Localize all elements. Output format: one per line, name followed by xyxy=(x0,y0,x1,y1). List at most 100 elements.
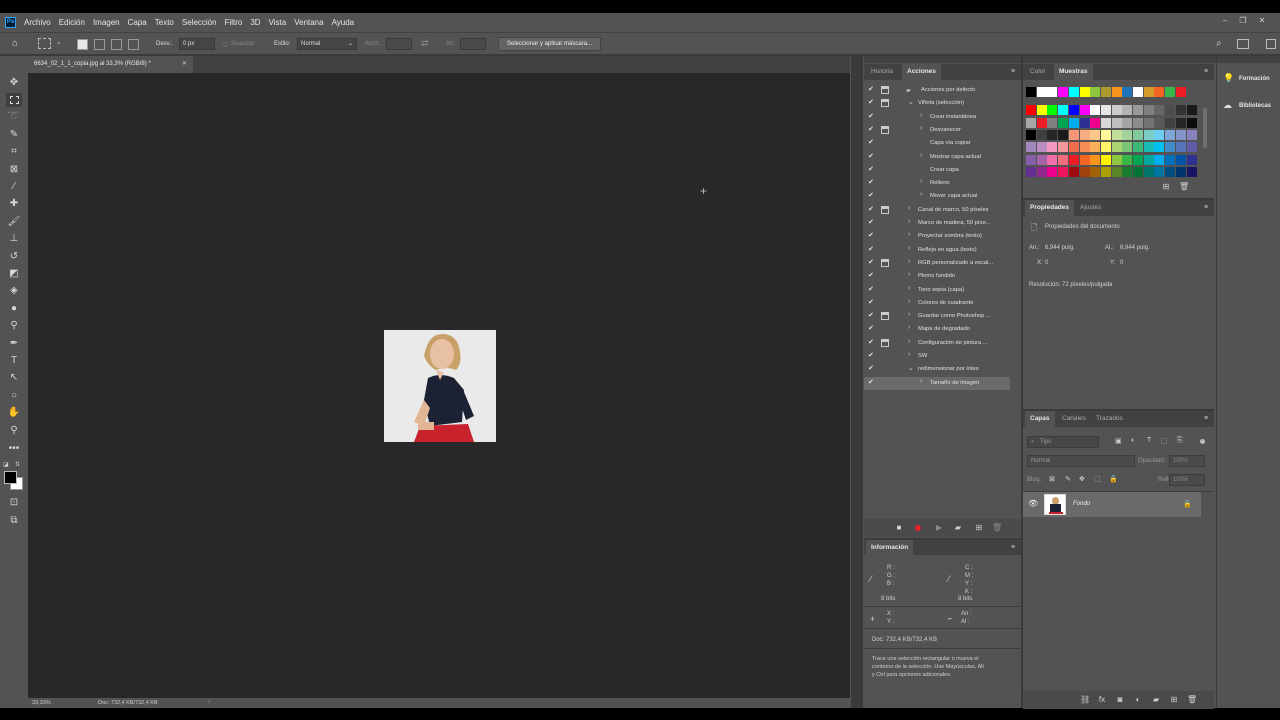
action-toggle-check-icon[interactable]: ✔ xyxy=(868,271,874,279)
color-swatch[interactable] xyxy=(1122,154,1133,165)
action-toggle-check-icon[interactable]: ✔ xyxy=(868,178,874,186)
action-toggle-check-icon[interactable]: ✔ xyxy=(868,338,874,346)
filter-pixel-icon[interactable]: ▣ xyxy=(1115,437,1122,445)
action-row[interactable]: ✔ Crear capa xyxy=(864,164,1010,177)
app-logo[interactable]: Ps xyxy=(5,16,16,28)
document-tab[interactable]: 6634_02_1_1_copia.jpg al 33,3% (RGB/8) *… xyxy=(28,56,193,73)
color-swatch[interactable] xyxy=(1058,142,1069,153)
color-swatch[interactable] xyxy=(1122,142,1133,153)
chevron-right-icon[interactable]: › xyxy=(908,271,910,278)
restore-icon[interactable]: ❐ xyxy=(1238,16,1248,26)
color-swatch[interactable] xyxy=(1036,154,1047,165)
dialog-toggle-icon[interactable] xyxy=(881,246,889,254)
panel-menu-icon[interactable]: ≡ xyxy=(1009,544,1017,552)
action-toggle-check-icon[interactable]: ✔ xyxy=(868,285,874,293)
action-row[interactable]: ✔ › Proyectar sombra (texto) xyxy=(864,230,1010,243)
dialog-toggle-icon[interactable] xyxy=(881,352,889,360)
intersect-selection-icon[interactable] xyxy=(128,39,139,50)
color-swatch[interactable] xyxy=(1143,166,1154,177)
color-swatch[interactable] xyxy=(1111,166,1122,177)
chevron-right-icon[interactable]: › xyxy=(908,205,910,212)
panel-menu-icon[interactable]: ≡ xyxy=(1009,68,1017,76)
stop-icon[interactable]: ■ xyxy=(894,523,904,533)
color-swatch[interactable] xyxy=(1079,129,1090,140)
color-swatch[interactable] xyxy=(1133,154,1143,165)
color-swatch[interactable] xyxy=(1079,87,1090,97)
filter-adjust-icon[interactable]: ◐ xyxy=(1131,437,1135,444)
paint-bucket-tool-icon[interactable]: ◈ xyxy=(6,284,22,298)
feather-input[interactable]: 0 px xyxy=(179,38,215,50)
color-swatch[interactable] xyxy=(1154,154,1165,165)
dialog-toggle-icon[interactable] xyxy=(881,205,889,214)
filter-toggle-icon[interactable] xyxy=(1200,439,1205,444)
chevron-right-icon[interactable]: › xyxy=(920,152,922,159)
dock-collapse-bar[interactable] xyxy=(864,56,1216,63)
color-swatch[interactable] xyxy=(1047,166,1058,177)
dialog-toggle-icon[interactable] xyxy=(881,299,889,307)
eyedropper-tool-icon[interactable]: ⁄ xyxy=(6,180,22,194)
lasso-tool-icon[interactable]: ➰ xyxy=(6,110,22,124)
dialog-toggle-icon[interactable] xyxy=(881,219,889,227)
action-row[interactable]: ✔ › Tono sepia (capa) xyxy=(864,284,1010,297)
action-toggle-check-icon[interactable]: ✔ xyxy=(868,311,874,319)
tab-ajustes[interactable]: Ajustes xyxy=(1075,200,1106,216)
color-swatch[interactable] xyxy=(1165,129,1176,140)
dialog-toggle-icon[interactable] xyxy=(881,192,889,200)
tab-historia[interactable]: Historia xyxy=(866,64,898,80)
color-swatch[interactable] xyxy=(1154,129,1165,140)
default-colors-icon[interactable]: ◪ xyxy=(3,461,9,468)
action-toggle-check-icon[interactable]: ✔ xyxy=(868,364,874,372)
filter-type-icon[interactable]: T xyxy=(1147,437,1151,444)
color-swatch[interactable] xyxy=(1090,166,1101,177)
tab-acciones[interactable]: Acciones xyxy=(902,64,941,80)
color-swatch[interactable] xyxy=(1154,87,1165,97)
color-swatch[interactable] xyxy=(1079,166,1090,177)
eye-icon[interactable]: 👁 xyxy=(1028,499,1038,508)
action-toggle-check-icon[interactable]: ✔ xyxy=(868,218,874,226)
action-row[interactable]: ✔ ⌄ redimensionar por lotes xyxy=(864,363,1010,376)
action-row[interactable]: ✔ Capa vía copiar xyxy=(864,137,1010,150)
blur-tool-icon[interactable]: ● xyxy=(6,302,22,316)
color-swatch[interactable] xyxy=(1143,154,1154,165)
new-group-icon[interactable]: ▰ xyxy=(1151,695,1161,705)
action-toggle-check-icon[interactable]: ✔ xyxy=(868,191,874,199)
color-swatch[interactable] xyxy=(1143,142,1154,153)
color-swatch[interactable] xyxy=(1133,117,1143,128)
lock-paint-icon[interactable]: ✎ xyxy=(1065,475,1071,483)
menu-texto[interactable]: Texto xyxy=(155,18,174,27)
action-toggle-check-icon[interactable]: ✔ xyxy=(868,324,874,332)
color-swatch[interactable] xyxy=(1090,117,1101,128)
color-swatch[interactable] xyxy=(1036,129,1047,140)
color-swatch[interactable] xyxy=(1100,117,1111,128)
color-swatch[interactable] xyxy=(1122,105,1133,116)
chevron-right-icon[interactable]: › xyxy=(920,378,922,385)
color-swatch[interactable] xyxy=(1058,87,1069,97)
height-input[interactable] xyxy=(460,38,486,50)
dialog-toggle-icon[interactable] xyxy=(881,379,889,387)
color-swatch[interactable] xyxy=(1165,117,1176,128)
chevron-right-icon[interactable]: › xyxy=(908,218,910,225)
color-swatch[interactable] xyxy=(1165,166,1176,177)
color-swatch[interactable] xyxy=(1047,129,1058,140)
share-icon[interactable] xyxy=(1266,39,1276,49)
panel-menu-icon[interactable]: ≡ xyxy=(1202,204,1210,212)
menu-imagen[interactable]: Imagen xyxy=(93,18,120,27)
style-select[interactable]: Normal ⌄ xyxy=(297,38,357,50)
action-row[interactable]: ✔ ▰ Acciones por defecto xyxy=(864,84,1010,97)
lock-artboard-icon[interactable]: ⬚ xyxy=(1094,475,1101,483)
color-swatch[interactable] xyxy=(1068,105,1079,116)
action-row[interactable]: ✔ › Mapa de degradado xyxy=(864,323,1010,336)
action-row[interactable]: ✔ › RGB personalizado a escal... xyxy=(864,257,1010,270)
color-swatch[interactable] xyxy=(1133,142,1143,153)
tab-muestras[interactable]: Muestras xyxy=(1054,64,1093,80)
an-value[interactable]: 6,944 pulg. xyxy=(1045,245,1075,251)
dialog-toggle-icon[interactable] xyxy=(881,86,889,94)
color-swatch[interactable] xyxy=(1111,117,1122,128)
color-swatch[interactable] xyxy=(1186,142,1197,153)
blend-mode-select[interactable]: Normal xyxy=(1027,455,1135,467)
color-swatch[interactable] xyxy=(1036,117,1047,128)
dialog-toggle-icon[interactable] xyxy=(881,153,889,161)
color-swatch[interactable] xyxy=(1026,117,1036,128)
y-value[interactable]: 0 xyxy=(1120,260,1123,266)
menu-filtro[interactable]: Filtro xyxy=(225,18,243,27)
